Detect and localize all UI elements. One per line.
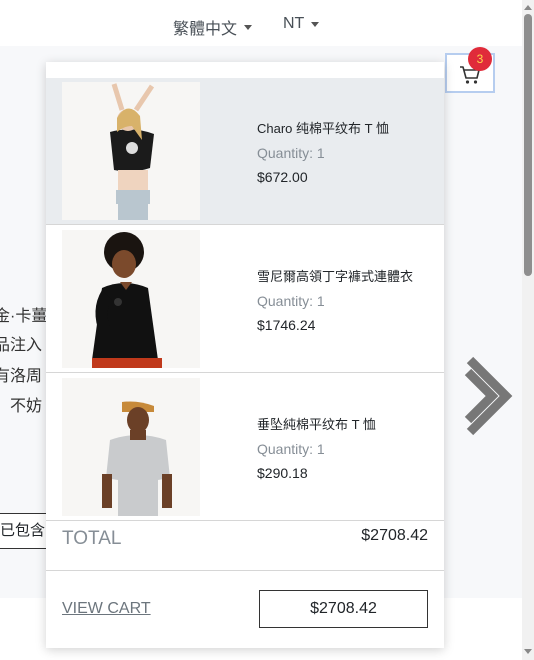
scroll-down-arrow-icon[interactable] bbox=[524, 649, 532, 654]
item-quantity: Quantity: 1 bbox=[257, 441, 325, 457]
currency-label: NT bbox=[283, 15, 305, 32]
cart-count-badge: 3 bbox=[468, 47, 492, 71]
product-image[interactable] bbox=[62, 230, 200, 368]
language-selector[interactable]: 繁體中文 bbox=[173, 15, 253, 39]
background-text-line: 。不妨 bbox=[0, 398, 43, 415]
language-label: 繁體中文 bbox=[173, 21, 238, 38]
item-price: $1746.24 bbox=[257, 317, 316, 333]
item-quantity: Quantity: 1 bbox=[257, 145, 325, 161]
scroll-thumb[interactable] bbox=[524, 14, 532, 276]
product-image[interactable] bbox=[62, 378, 200, 516]
currency-selector[interactable]: NT bbox=[283, 15, 320, 33]
product-image[interactable] bbox=[62, 82, 200, 220]
view-cart-link[interactable]: VIEW CART bbox=[62, 600, 151, 618]
caret-down-icon bbox=[311, 21, 320, 27]
top-bar: 繁體中文 NT bbox=[0, 0, 522, 46]
total-row: TOTAL $2708.42 bbox=[46, 520, 444, 571]
background-text-line: 金·卡薑 bbox=[0, 308, 48, 325]
item-price: $290.18 bbox=[257, 465, 308, 481]
item-name[interactable]: 垂坠純棉平纹布 T 恤 bbox=[257, 414, 376, 433]
item-quantity: Quantity: 1 bbox=[257, 293, 325, 309]
scrollbar[interactable] bbox=[522, 0, 534, 660]
checkout-button[interactable]: $2708.42 bbox=[259, 590, 428, 628]
item-price: $672.00 bbox=[257, 169, 308, 185]
background-text-line: 品注入 bbox=[0, 337, 43, 354]
double-chevron-right-icon[interactable] bbox=[458, 356, 522, 436]
item-name[interactable]: 雪尼爾高領丁字褲式連體衣 bbox=[257, 266, 413, 285]
cart-item[interactable]: Charo 纯棉平纹布 T 恤 Quantity: 1 $672.00 bbox=[46, 78, 444, 225]
total-label: TOTAL bbox=[62, 528, 122, 549]
cart-item[interactable]: 垂坠純棉平纹布 T 恤 Quantity: 1 $290.18 bbox=[46, 374, 444, 521]
cart-dropdown: Charo 纯棉平纹布 T 恤 Quantity: 1 $672.00 雪尼爾高… bbox=[46, 62, 444, 648]
cart-item[interactable]: 雪尼爾高領丁字褲式連體衣 Quantity: 1 $1746.24 bbox=[46, 226, 444, 373]
scroll-up-arrow-icon[interactable] bbox=[524, 5, 532, 10]
total-value: $2708.42 bbox=[361, 527, 428, 544]
background-text-line: 有洛周 bbox=[0, 368, 43, 385]
item-name[interactable]: Charo 纯棉平纹布 T 恤 bbox=[257, 118, 389, 137]
caret-down-icon bbox=[244, 24, 253, 30]
